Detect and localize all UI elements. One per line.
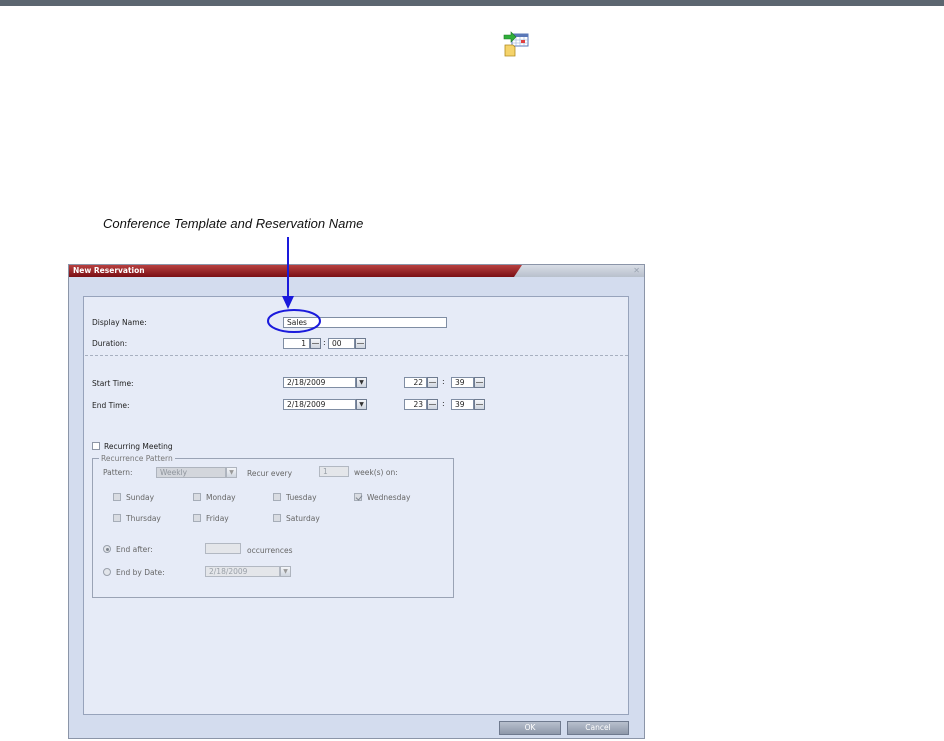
recurring-meeting-checkbox[interactable] xyxy=(92,442,100,450)
end-by-date-dropdown[interactable]: ▼ xyxy=(280,566,291,577)
wednesday-checkbox[interactable] xyxy=(354,493,362,501)
end-after-input[interactable] xyxy=(205,543,241,554)
dialog-title-bar: New Reservation ✕ xyxy=(69,265,644,277)
close-icon[interactable]: ✕ xyxy=(633,266,640,275)
reservation-panel: Display Name: Sales Duration: 1 : 00 Sta… xyxy=(83,296,629,715)
duration-hours-spinner[interactable] xyxy=(310,338,321,349)
end-hour-spinner[interactable] xyxy=(427,399,438,410)
end-time-separator: : xyxy=(442,399,445,408)
recurrence-pattern-group: Recurrence Pattern Pattern: Weekly ▼ Rec… xyxy=(92,454,454,598)
recurring-meeting-label: Recurring Meeting xyxy=(104,442,173,451)
sunday-label: Sunday xyxy=(126,493,155,502)
export-reservation-icon xyxy=(503,31,529,57)
recurrence-pattern-legend: Recurrence Pattern xyxy=(99,454,175,463)
tuesday-label: Tuesday xyxy=(286,493,317,502)
friday-label: Friday xyxy=(206,514,229,523)
start-time-label: Start Time: xyxy=(92,379,134,388)
end-after-label: End after: xyxy=(116,545,153,554)
end-minute-spinner[interactable] xyxy=(474,399,485,410)
end-by-date-label: End by Date: xyxy=(116,568,165,577)
start-time-separator: : xyxy=(442,377,445,386)
page-top-bar xyxy=(0,0,944,6)
title-bar-tail xyxy=(514,265,644,277)
start-hour-input[interactable]: 22 xyxy=(404,377,427,388)
end-hour-input[interactable]: 23 xyxy=(404,399,427,410)
end-by-date-radio[interactable] xyxy=(103,568,111,576)
start-minute-spinner[interactable] xyxy=(474,377,485,388)
start-hour-spinner[interactable] xyxy=(427,377,438,388)
cancel-button[interactable]: Cancel xyxy=(567,721,629,735)
display-name-label: Display Name: xyxy=(92,318,147,327)
duration-separator: : xyxy=(323,338,326,347)
duration-minutes-input[interactable]: 00 xyxy=(328,338,355,349)
end-after-radio[interactable] xyxy=(103,545,111,553)
duration-minutes-spinner[interactable] xyxy=(355,338,366,349)
dialog-title: New Reservation xyxy=(73,266,145,275)
pattern-dropdown[interactable]: ▼ xyxy=(226,467,237,478)
saturday-checkbox[interactable] xyxy=(273,514,281,522)
occurrences-label: occurrences xyxy=(247,546,293,555)
end-minute-input[interactable]: 39 xyxy=(451,399,474,410)
end-date-dropdown[interactable]: ▼ xyxy=(356,399,367,410)
section-divider xyxy=(85,355,628,356)
tuesday-checkbox[interactable] xyxy=(273,493,281,501)
thursday-label: Thursday xyxy=(126,514,161,523)
friday-checkbox[interactable] xyxy=(193,514,201,522)
recur-every-input[interactable]: 1 xyxy=(319,466,349,477)
end-date-input[interactable]: 2/18/2009 xyxy=(283,399,356,410)
thursday-checkbox[interactable] xyxy=(113,514,121,522)
wednesday-label: Wednesday xyxy=(367,493,411,502)
ok-button[interactable]: OK xyxy=(499,721,561,735)
duration-hours-input[interactable]: 1 xyxy=(283,338,310,349)
display-name-input[interactable]: Sales xyxy=(283,317,447,328)
start-date-input[interactable]: 2/18/2009 xyxy=(283,377,356,388)
end-time-label: End Time: xyxy=(92,401,130,410)
saturday-label: Saturday xyxy=(286,514,320,523)
new-reservation-dialog: New Reservation ✕ Display Name: Sales Du… xyxy=(68,264,645,739)
monday-checkbox[interactable] xyxy=(193,493,201,501)
start-minute-input[interactable]: 39 xyxy=(451,377,474,388)
sunday-checkbox[interactable] xyxy=(113,493,121,501)
pattern-label: Pattern: xyxy=(103,468,133,477)
weeks-on-label: week(s) on: xyxy=(354,468,398,477)
monday-label: Monday xyxy=(206,493,236,502)
start-date-dropdown[interactable]: ▼ xyxy=(356,377,367,388)
pattern-select[interactable]: Weekly xyxy=(156,467,226,478)
callout-label: Conference Template and Reservation Name xyxy=(103,216,364,231)
end-by-date-input[interactable]: 2/18/2009 xyxy=(205,566,280,577)
recur-every-label: Recur every xyxy=(247,469,293,478)
duration-label: Duration: xyxy=(92,339,128,348)
